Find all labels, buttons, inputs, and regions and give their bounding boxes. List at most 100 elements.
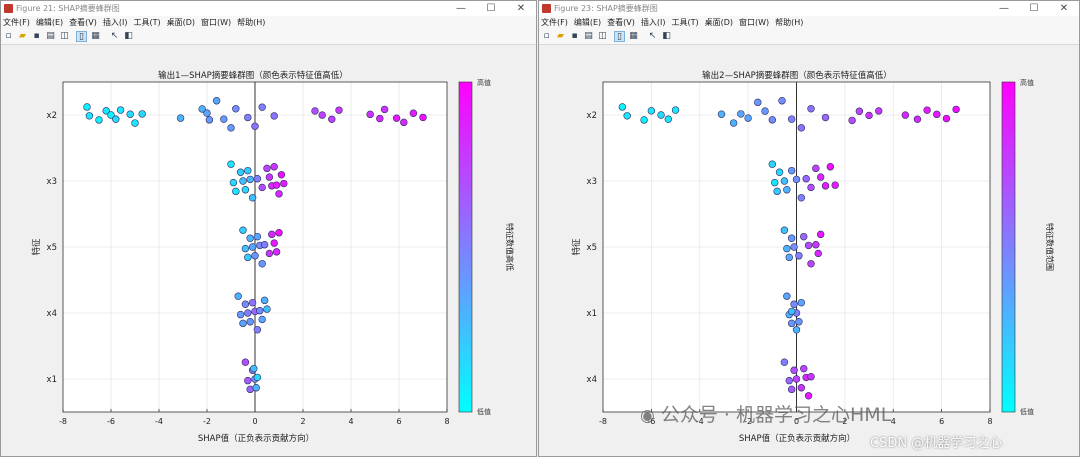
data-point	[232, 105, 240, 113]
data-point	[241, 358, 250, 366]
maximize-icon[interactable]: ☐	[1019, 1, 1049, 16]
maximize-icon[interactable]: ☐	[476, 1, 506, 16]
arrow-icon[interactable]: ↖	[109, 31, 120, 42]
data-point	[380, 105, 389, 114]
data-point	[244, 113, 252, 122]
data-point	[933, 110, 941, 119]
data-point	[258, 183, 266, 192]
title-bar[interactable]: Figure 23: SHAP摘要蜂群图 — ☐ ✕	[539, 1, 1079, 16]
menu-desktop[interactable]: 桌面(D)	[167, 17, 195, 28]
menu-window[interactable]: 窗口(W)	[739, 17, 769, 28]
y-tick-label: x3	[587, 177, 597, 187]
data-point	[263, 164, 271, 173]
y-tick-label: x1	[587, 309, 597, 319]
minimize-icon[interactable]: —	[989, 1, 1019, 16]
menu-view[interactable]: 查看(V)	[607, 17, 635, 28]
colorbar-bottom-label: 低值	[477, 407, 491, 416]
panel-icon[interactable]: ◧	[661, 31, 672, 42]
menu-desktop[interactable]: 桌面(D)	[705, 17, 733, 28]
data-point	[754, 98, 762, 107]
menu-help[interactable]: 帮助(H)	[237, 17, 265, 28]
data-point	[848, 116, 856, 125]
data-point	[778, 97, 786, 105]
y-tick-label: x2	[587, 111, 597, 121]
data-point	[246, 385, 254, 394]
wechat-watermark-text: 公众号 · 机器学习之心HML	[660, 404, 892, 426]
title-bar[interactable]: Figure 21: SHAP摘要蜂群图 — ☐ ✕	[1, 1, 536, 16]
open-folder-icon[interactable]: ▰	[555, 31, 566, 42]
data-point	[176, 114, 185, 122]
data-point	[664, 115, 673, 123]
menu-bar: 文件(F) 编辑(E) 查看(V) 插入(I) 工具(T) 桌面(D) 窗口(W…	[1, 16, 536, 29]
menu-tools[interactable]: 工具(T)	[133, 17, 160, 28]
data-point	[812, 241, 820, 249]
data-point	[807, 373, 815, 381]
data-point	[875, 107, 883, 115]
print-icon[interactable]: ▤	[583, 31, 594, 42]
menu-insert[interactable]: 插入(I)	[641, 17, 666, 28]
data-point	[239, 319, 247, 328]
data-point	[768, 160, 777, 168]
arrow-icon[interactable]: ↖	[647, 31, 658, 42]
data-point	[717, 110, 726, 118]
colorbar	[458, 81, 473, 413]
data-point	[771, 178, 779, 187]
data-point	[787, 319, 796, 328]
x-tick-label: -8	[59, 417, 67, 426]
data-point	[275, 190, 283, 198]
matlab-figure-icon	[542, 4, 551, 13]
save-icon[interactable]: ▪	[31, 31, 42, 42]
data-point	[248, 243, 257, 251]
data-point	[251, 122, 259, 130]
close-icon[interactable]: ✕	[506, 1, 536, 16]
data-point	[768, 116, 777, 124]
close-icon[interactable]: ✕	[1049, 1, 1079, 16]
new-file-icon[interactable]: ▫	[541, 31, 552, 42]
data-point	[253, 175, 262, 183]
data-point	[783, 292, 791, 300]
print-preview-icon[interactable]: ◫	[59, 31, 70, 42]
data-point	[229, 178, 238, 187]
data-point	[787, 385, 796, 394]
data-point	[785, 376, 793, 385]
data-point	[780, 177, 789, 185]
data-point	[775, 168, 784, 176]
minimize-icon[interactable]: —	[446, 1, 476, 16]
data-cursor-icon[interactable]: ▦	[90, 31, 101, 42]
data-point	[248, 194, 257, 202]
data-point	[409, 109, 418, 117]
print-preview-icon[interactable]: ◫	[597, 31, 608, 42]
link-plot-icon[interactable]: ▯	[76, 31, 87, 42]
data-point	[807, 105, 815, 113]
menu-tools[interactable]: 工具(T)	[671, 17, 698, 28]
link-plot-icon[interactable]: ▯	[614, 31, 625, 42]
menu-edit[interactable]: 编辑(E)	[36, 17, 63, 28]
shap-beeswarm-chart-1[interactable]: 输出1—SHAP摘要蜂群图（颜色表示特征值高低） SHAP值（正负表示贡献方向）…	[1, 45, 536, 456]
menu-edit[interactable]: 编辑(E)	[574, 17, 601, 28]
menu-help[interactable]: 帮助(H)	[775, 17, 803, 28]
data-point	[265, 173, 274, 181]
data-point	[270, 163, 278, 171]
shap-beeswarm-chart-2[interactable]: 输出2—SHAP摘要蜂群图（颜色表示特征值高低） SHAP值（正负表示贡献方向）…	[539, 45, 1079, 456]
data-point	[923, 106, 931, 114]
open-folder-icon[interactable]: ▰	[17, 31, 28, 42]
data-cursor-icon[interactable]: ▦	[628, 31, 639, 42]
data-point	[802, 175, 810, 183]
data-point	[280, 179, 288, 188]
data-point	[95, 116, 103, 124]
save-icon[interactable]: ▪	[569, 31, 580, 42]
data-point	[913, 115, 922, 123]
menu-view[interactable]: 查看(V)	[69, 17, 97, 28]
panel-icon[interactable]: ◧	[123, 31, 134, 42]
new-file-icon[interactable]: ▫	[3, 31, 14, 42]
menu-window[interactable]: 窗口(W)	[201, 17, 231, 28]
menu-insert[interactable]: 插入(I)	[103, 17, 128, 28]
print-icon[interactable]: ▤	[45, 31, 56, 42]
menu-file[interactable]: 文件(F)	[541, 17, 568, 28]
data-point	[780, 358, 789, 366]
data-point	[263, 305, 271, 313]
data-point	[239, 226, 247, 234]
window-title: Figure 23: SHAP摘要蜂群图	[554, 4, 658, 13]
menu-file[interactable]: 文件(F)	[3, 17, 30, 28]
data-point	[227, 160, 235, 168]
